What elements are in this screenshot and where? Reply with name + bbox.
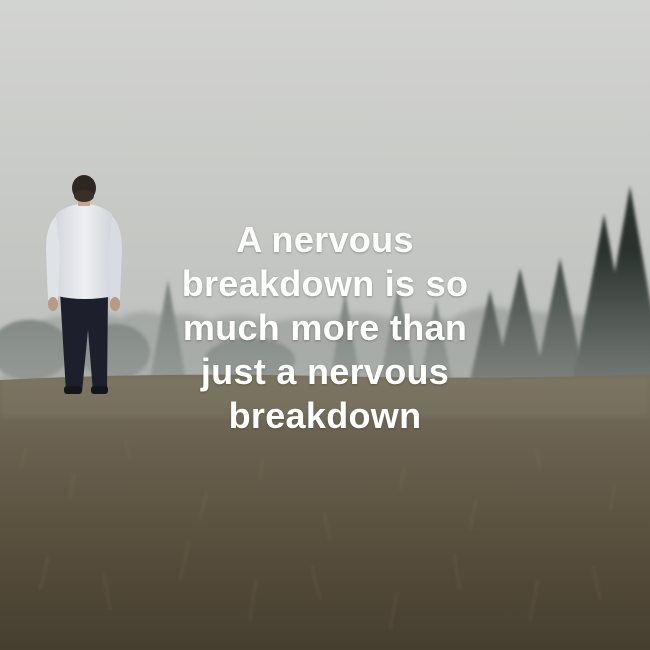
quote-line-1: A nervous [236, 219, 414, 260]
quote-line-4: just a nervous [200, 351, 450, 392]
quote-line-5: breakdown [228, 395, 422, 436]
quote-line-3: much more than [182, 307, 468, 348]
photo-background: A nervous breakdown is so much more than… [0, 0, 650, 650]
quote-text: A nervous breakdown is so much more than… [125, 218, 525, 438]
quote-line-2: breakdown is so [181, 263, 469, 304]
